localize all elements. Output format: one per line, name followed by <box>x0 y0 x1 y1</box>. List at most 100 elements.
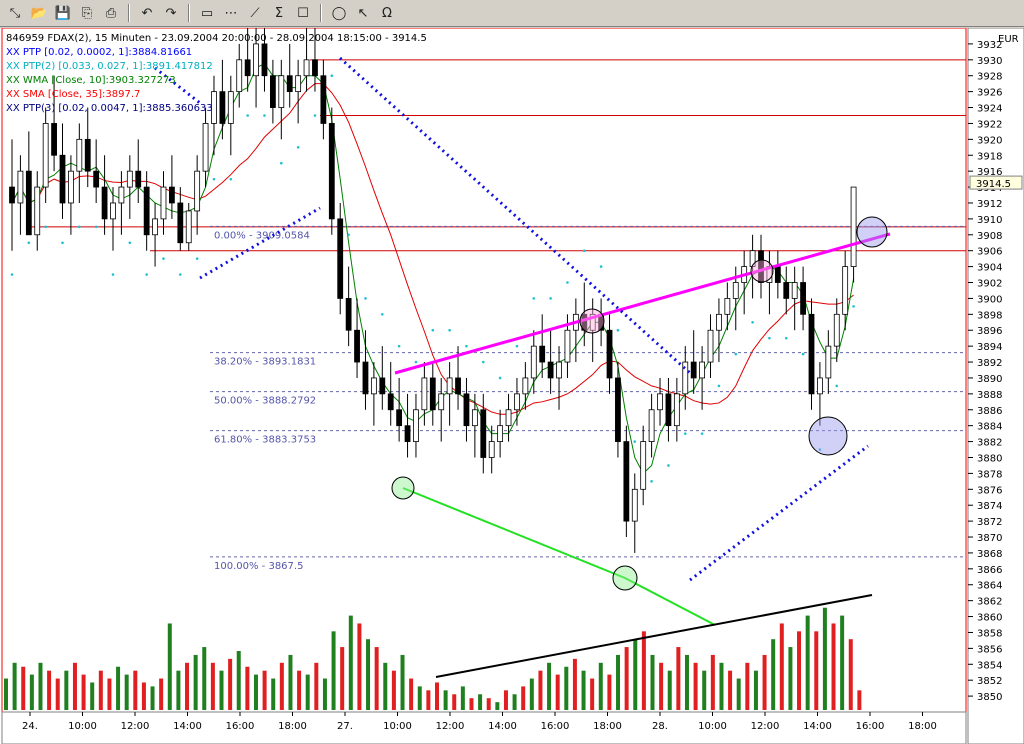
volume-bar <box>417 686 422 710</box>
candle-body <box>253 43 259 77</box>
indicator-icon[interactable]: ⋯ <box>220 3 242 23</box>
y-tick-label: 3866 <box>977 565 1002 576</box>
volume-bar <box>133 670 138 710</box>
x-tick-label: 18:00 <box>278 721 307 732</box>
volume-bar <box>305 674 310 710</box>
volume-bar <box>391 670 396 710</box>
candle-body <box>673 393 680 427</box>
chart-type-icon[interactable]: ▭ <box>196 3 218 23</box>
ptp-dot <box>801 352 805 356</box>
ptp-dot <box>94 225 98 229</box>
chart-svg[interactable]: 3850 3852 3854 3856 3858 3860 3862 3864 3866 3868… <box>0 28 1024 744</box>
volume-bar <box>116 666 121 710</box>
ptp-dot <box>263 114 266 117</box>
candle-body <box>362 361 369 395</box>
volume-bar <box>616 654 621 710</box>
volume-bar <box>167 623 172 710</box>
x-tick-label: 24. <box>22 721 38 732</box>
y-tick-label: 3904 <box>977 263 1002 274</box>
highlight-circle <box>391 476 415 500</box>
y-tick-label: 3922 <box>977 119 1002 130</box>
highlight-circle <box>808 416 848 456</box>
resize-icon[interactable]: ⤡ <box>4 3 26 23</box>
redo-icon[interactable]: ↷ <box>160 3 182 23</box>
legend-entry: XX PTP(3) [0.02, 0.0047, 1]:3885.360633 <box>6 103 213 114</box>
candle-body <box>244 59 251 77</box>
last-price-label: 3914.5 <box>976 179 1011 190</box>
magnet-icon[interactable]: Ω <box>376 3 398 23</box>
ptp-dot <box>633 440 637 443</box>
volume-bar <box>107 678 112 710</box>
ptp-dot <box>465 344 468 348</box>
candle-body <box>202 123 209 172</box>
volume-bar <box>547 662 552 710</box>
volume-bar <box>581 670 586 710</box>
candle-body <box>126 170 133 188</box>
y-tick-label: 3868 <box>977 549 1002 560</box>
properties-icon[interactable]: ☐ <box>292 3 314 23</box>
y-tick-label: 3894 <box>977 342 1002 353</box>
draw-line-icon[interactable]: ⟋ <box>244 3 266 23</box>
candle-body <box>842 266 849 315</box>
open-folder-icon[interactable]: 📂 <box>28 3 50 23</box>
candle-body <box>556 361 562 379</box>
ptp-dot <box>212 177 216 181</box>
x-tick-label: 12:00 <box>436 721 465 732</box>
volume-bar <box>193 654 198 710</box>
volume-bar <box>633 639 638 710</box>
volume-bar <box>779 623 784 710</box>
candle-body <box>387 393 394 411</box>
sigma-icon[interactable]: Σ <box>268 3 290 23</box>
highlight-circle <box>579 308 605 334</box>
volume-bar <box>693 662 698 710</box>
y-tick-label: 3924 <box>977 104 1002 115</box>
volume-bar <box>426 690 431 710</box>
candle-body <box>800 282 806 315</box>
pointer-icon[interactable]: ↖ <box>352 3 374 23</box>
volume-bar <box>667 670 672 710</box>
x-tick-label: 16:00 <box>226 721 255 732</box>
volume-bar <box>512 694 517 710</box>
candle-body <box>278 75 285 108</box>
copy-icon[interactable]: ⎘ <box>76 3 98 23</box>
volume-bar <box>90 682 95 710</box>
candle-body <box>404 425 411 442</box>
candle-body <box>396 409 403 427</box>
candle-body <box>261 43 268 77</box>
volume-bar <box>607 674 612 710</box>
plot-frame <box>1 28 967 713</box>
volume-bar <box>728 670 733 710</box>
candle-body <box>631 488 638 522</box>
volume-bar <box>228 658 233 710</box>
ptp-dot <box>431 328 435 332</box>
undo-icon[interactable]: ↶ <box>136 3 158 23</box>
candle-body <box>471 409 478 427</box>
candle-body <box>312 59 318 77</box>
volume-bar <box>176 670 181 710</box>
candle-body <box>808 313 815 395</box>
candle-body <box>791 282 798 299</box>
candle-body <box>505 409 512 427</box>
y-tick-label: 3874 <box>977 501 1002 512</box>
x-tick-label: 27. <box>337 721 353 732</box>
volume-bar <box>245 666 250 710</box>
circle-icon[interactable]: ◯ <box>328 3 350 23</box>
save-icon[interactable]: 💾 <box>52 3 74 23</box>
candle-body <box>438 393 445 411</box>
print-icon[interactable]: ⎙ <box>100 3 122 23</box>
x-tick-label: 14:00 <box>803 721 832 732</box>
candle-body <box>480 409 487 458</box>
ptp-dot <box>768 336 771 340</box>
candle-body <box>328 123 335 220</box>
x-tick-label: 16:00 <box>541 721 570 732</box>
y-tick-label: 3898 <box>977 310 1002 321</box>
ptp-dot <box>515 344 519 348</box>
x-tick-label: 28. <box>652 721 668 732</box>
volume-bar <box>555 674 560 710</box>
candle-body <box>219 91 226 124</box>
candle-body <box>640 441 647 490</box>
ptp-dot <box>599 265 603 268</box>
y-tick-label: 3862 <box>977 597 1002 608</box>
ptp-dot <box>700 432 704 435</box>
y-tick-label: 3908 <box>977 231 1002 242</box>
